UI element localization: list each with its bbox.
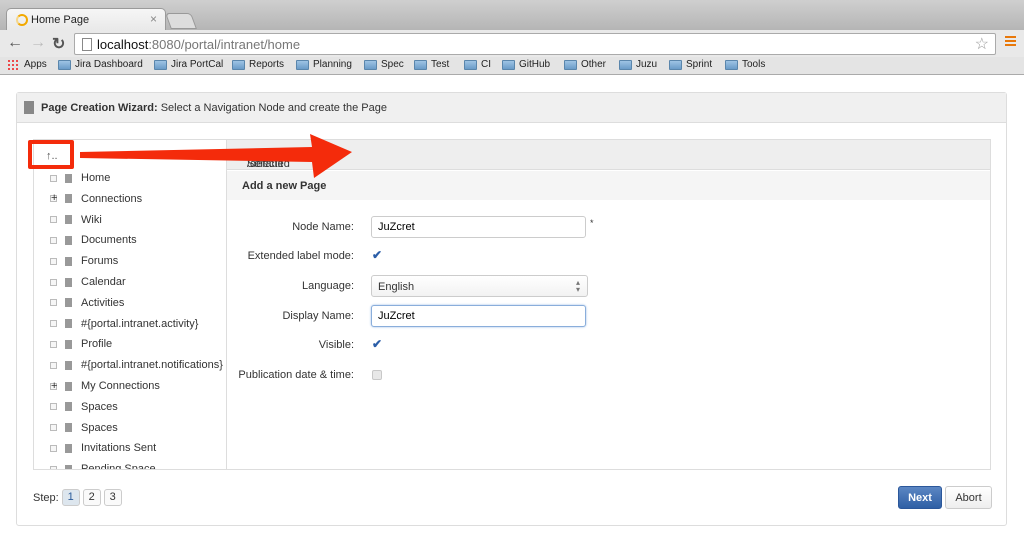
annotation-arrow-shape [80,134,352,178]
annotation-arrow [80,134,352,178]
